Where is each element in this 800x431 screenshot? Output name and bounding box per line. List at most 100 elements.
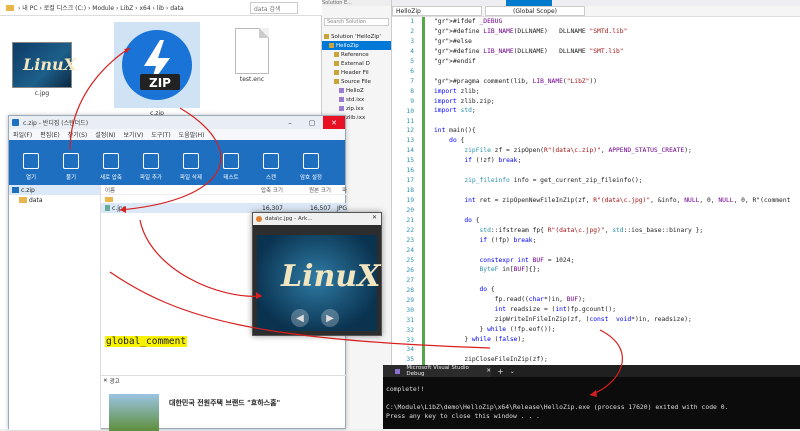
column-packed[interactable]: 압축 크기 (239, 186, 283, 194)
file-item-selected[interactable]: ZIP c.zip (114, 22, 200, 117)
menu-item[interactable]: 보기(V) (123, 130, 143, 139)
close-button[interactable]: ✕ (372, 214, 377, 221)
code-line[interactable]: "gr">#endif (434, 57, 800, 67)
line-number: 31 (406, 316, 414, 324)
menu-item[interactable]: 설정(N) (95, 130, 115, 139)
menu-item[interactable]: 도움말(H) (179, 130, 205, 139)
comment-text: global_comment (105, 336, 188, 347)
solution-item[interactable]: Reference (322, 50, 391, 59)
next-arrow-icon[interactable]: ▶ (321, 309, 339, 327)
code-line[interactable]: "gr">#define LIB_NAME(DLLNAME) DLLNAME "… (434, 27, 800, 37)
solution-item[interactable]: Solution 'HelloZip' (322, 32, 391, 41)
solution-item[interactable]: Header Fil (322, 68, 391, 77)
code-line[interactable] (434, 116, 800, 126)
file-item[interactable]: test.enc (232, 28, 272, 83)
solution-item[interactable]: External D (322, 59, 391, 68)
code-line[interactable]: do { (434, 285, 800, 295)
title-bar[interactable]: c.zip - 반디집 (스탠더드) – ▢ ✕ (9, 116, 345, 129)
code-line[interactable]: if (!fp) break; (434, 236, 800, 246)
new-tab-button[interactable]: + (491, 367, 510, 376)
code-line[interactable] (434, 345, 800, 355)
toolbar-button[interactable]: 암호 설정 (291, 153, 331, 181)
code-line[interactable]: import zlib.zip; (434, 97, 800, 107)
toolbar-icon (263, 153, 279, 169)
code-line[interactable]: import std; (434, 106, 800, 116)
toolbar-button[interactable]: 열기 (11, 153, 51, 181)
code-line[interactable] (434, 275, 800, 285)
code-line[interactable] (434, 246, 800, 256)
search-input[interactable]: data 검색 (250, 2, 298, 14)
code-line[interactable]: } while (!fp.eof()); (434, 325, 800, 335)
code-line[interactable]: constexpr int BUF = 1024; (434, 256, 800, 266)
code-line[interactable]: fp.read((char*)in, BUF); (434, 295, 800, 305)
code-line[interactable]: "gr">#ifdef _DEBUG (434, 17, 800, 27)
toolbar-button[interactable]: 테스트 (211, 153, 251, 181)
tree-item-zip[interactable]: c.zip (9, 185, 100, 195)
close-button[interactable]: ✕ (323, 116, 345, 129)
menu-item[interactable]: 찾기(S) (68, 130, 88, 139)
toolbar: 열기 풀기 새로 압축 파일 추가 파일 삭제 테스트 스캔 암호 설정 (9, 140, 345, 185)
breadcrumb[interactable]: › 내 PC › 로컬 디스크 (C:) › Module › LibZ › x… (18, 3, 184, 12)
address-bar[interactable]: › 내 PC › 로컬 디스크 (C:) › Module › LibZ › x… (0, 0, 322, 16)
line-number: 33 (406, 336, 414, 344)
toolbar-button[interactable]: 새로 압축 (91, 153, 131, 181)
minimize-button[interactable]: – (279, 116, 301, 129)
code-line[interactable]: "gr">#else (434, 37, 800, 47)
code-line[interactable]: zipWriteInFileInZip(zf, (const void*)in,… (434, 315, 800, 325)
ad-image[interactable] (109, 394, 159, 431)
code-line[interactable] (434, 166, 800, 176)
code-line[interactable]: int readsize = (int)fp.gcount(); (434, 305, 800, 315)
title-bar[interactable]: data\c.jpg - Ark... ✕ (253, 213, 381, 225)
code-line[interactable]: import zlib; (434, 87, 800, 97)
column-name[interactable]: 이름 (101, 186, 239, 194)
source-code[interactable]: "gr">#ifdef _DEBUG "gr">#define LIB_NAME(… (434, 17, 800, 415)
solution-item[interactable]: zip.ixx (322, 104, 391, 113)
tree-item-data[interactable]: data (9, 195, 100, 205)
code-line[interactable] (434, 186, 800, 196)
code-line[interactable]: do { (434, 136, 800, 146)
zip-icon: ZIP (122, 30, 192, 100)
console-output[interactable]: complete!! C:\Module\LibZ\demo\HelloZip\x… (383, 377, 800, 429)
code-line[interactable]: int main(){ (434, 126, 800, 136)
column-size[interactable]: 원본 크기 (283, 186, 331, 194)
code-line[interactable]: } while (false); (434, 335, 800, 345)
project-dropdown[interactable]: HelloZip (392, 6, 482, 16)
prev-arrow-icon[interactable]: ◀ (291, 309, 309, 327)
code-line[interactable]: do { (434, 216, 800, 226)
toolbar-button[interactable]: 풀기 (51, 153, 91, 181)
console-tab[interactable]: Microsoft Visual Studio Debug ✕ (383, 365, 491, 377)
file-icon (334, 52, 339, 57)
code-line[interactable]: if (!zf) break; (434, 156, 800, 166)
close-icon[interactable]: ✕ (103, 378, 108, 384)
line-number: 34 (406, 346, 414, 354)
code-line[interactable]: "gr">#define LIB_NAME(DLLNAME) DLLNAME "… (434, 47, 800, 57)
solution-item[interactable]: HelloZip (322, 41, 391, 50)
code-line[interactable]: zip_fileinfo info = get_current_zip_file… (434, 176, 800, 186)
solution-item[interactable]: HelloZ (322, 86, 391, 95)
solution-item[interactable]: std.ixx (322, 95, 391, 104)
chevron-down-icon[interactable]: ⌄ (510, 368, 515, 375)
code-line[interactable]: BytеF in[BUF]{}; (434, 265, 800, 275)
menu-item[interactable]: 편집(E) (40, 130, 60, 139)
ad-text[interactable]: 대한민국 전원주택 브랜드 "효하스홈" (169, 398, 280, 408)
solution-search-input[interactable]: Search Solution (324, 18, 389, 26)
menu-item[interactable]: 도구(T) (151, 130, 170, 139)
code-line[interactable] (434, 206, 800, 216)
code-line[interactable]: "gr">#pragma comment(lib, LIB_NAME("LibZ… (434, 77, 800, 87)
toolbar-button[interactable]: 스캔 (251, 153, 291, 181)
toolbar-button[interactable]: 파일 삭제 (171, 153, 211, 181)
code-line[interactable]: zipFile zf = zipOpen(R"(data\c.zip)", AP… (434, 146, 800, 156)
scope-dropdown[interactable]: (Global Scope) (485, 6, 585, 16)
column-type[interactable]: 파 (331, 186, 347, 194)
toolbar-button[interactable]: 파일 추가 (131, 153, 171, 181)
ad-label: 광고 (109, 378, 120, 385)
menu-item[interactable]: 파일(F) (13, 130, 32, 139)
code-line[interactable]: int ret = zipOpenNewFileInZip(zf, R"(dat… (434, 196, 800, 206)
code-line[interactable]: zipCloseFileInZip(zf); (434, 355, 800, 365)
file-item[interactable]: LinuX c.jpg (12, 42, 76, 97)
line-number: 29 (406, 296, 414, 304)
solution-item[interactable]: Source File (322, 77, 391, 86)
maximize-button[interactable]: ▢ (301, 116, 323, 129)
code-line[interactable] (434, 67, 800, 77)
code-line[interactable]: std::ifstream fp{ R"(data\c.jpg)", std::… (434, 226, 800, 236)
